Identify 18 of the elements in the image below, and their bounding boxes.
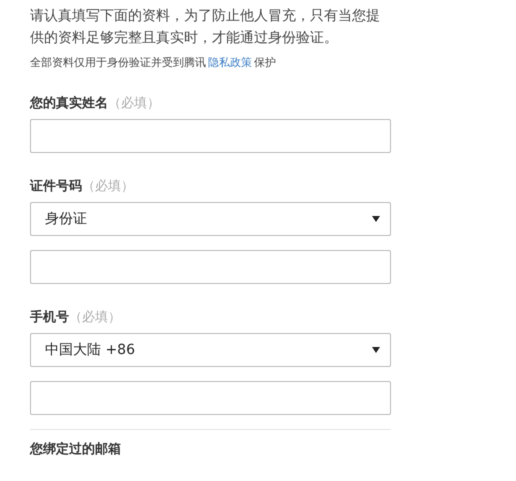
caret-icon	[372, 216, 380, 222]
field-label: 手机号	[30, 310, 69, 325]
dropdown[interactable]: 中国大陆 +86	[30, 333, 391, 367]
dropdown[interactable]: 身份证	[30, 202, 391, 236]
input-field[interactable]	[30, 250, 391, 284]
field-label: 您的真实姓名	[30, 96, 108, 111]
caret-icon	[372, 347, 380, 353]
field-label: 您绑定过的邮箱	[30, 442, 122, 458]
required-hint: （必填）	[108, 96, 160, 111]
input-field[interactable]	[30, 119, 391, 153]
note-text: 保护	[254, 56, 276, 69]
required-hint: （必填）	[69, 310, 121, 325]
privacy-policy-link[interactable]: 隐私政策	[208, 56, 252, 69]
note-text: 全部资料仅用于身份验证并受到腾讯	[30, 56, 206, 69]
intro-text: 请认真填写下面的资料，为了防止他人冒充，只有当您提供的资料足够完整且真实时，才能通过身份验证。	[30, 7, 381, 48]
field-label: 证件号码	[30, 179, 82, 194]
input-field[interactable]	[30, 381, 391, 415]
required-hint: （必填）	[82, 179, 134, 194]
